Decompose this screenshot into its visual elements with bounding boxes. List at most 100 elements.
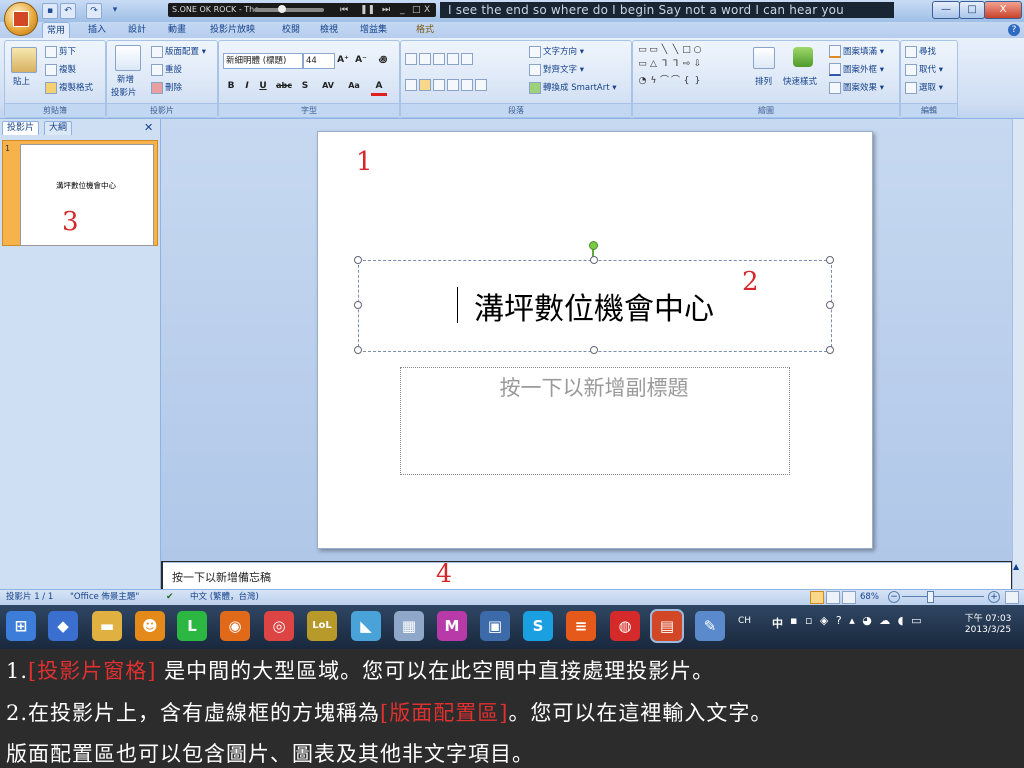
undo-icon[interactable]: ↶ [60, 3, 76, 19]
media-restore-icon[interactable]: □ [412, 3, 421, 17]
pane-close-icon[interactable]: ✕ [144, 121, 153, 134]
layout-button[interactable]: 版面配置 ▾ [151, 45, 206, 58]
bold-button[interactable]: B [223, 79, 239, 93]
pause-icon[interactable]: ❚❚ [360, 3, 375, 17]
shape-fill-button[interactable]: 圖案填滿 ▾ [829, 45, 884, 58]
font-color-button[interactable]: A [371, 79, 387, 96]
normal-view-icon[interactable] [810, 591, 824, 604]
start-orb-icon[interactable]: ⊞ [6, 611, 36, 641]
tab-slideshow[interactable]: 投影片放映 [206, 22, 259, 38]
new-slide-dropdown[interactable]: 投影片 [111, 86, 137, 98]
tab-home[interactable]: 常用 [42, 22, 71, 39]
zoom-out-icon[interactable]: − [888, 591, 900, 603]
shape-outline-button[interactable]: 圖案外框 ▾ [829, 63, 884, 76]
delete-slide-button[interactable]: 刪除 [151, 81, 182, 94]
tab-review[interactable]: 校閱 [278, 22, 304, 38]
find-button[interactable]: 尋找 [905, 45, 936, 58]
shapes-gallery[interactable]: ▭ ▭ ╲ ╲ □ ○ ▭ △ ᒣ ᒣ ⇨ ⇩ ◔ ϟ ⌒ ⌒{} [637, 45, 745, 86]
slide-sorter-icon[interactable] [826, 591, 840, 604]
distributed-icon[interactable] [461, 79, 473, 91]
clock-time[interactable]: 下午 07:03 [956, 611, 1020, 624]
minimize-button[interactable]: — [932, 1, 960, 19]
tab-animation[interactable]: 動畫 [164, 22, 190, 38]
tab-outline[interactable]: 大綱 [44, 121, 73, 135]
ime-indicator[interactable]: CH [738, 616, 751, 626]
media-player-bar[interactable]: S.ONE OK ROCK - The ⏮ ❚❚ ⏭ _ □ X [168, 3, 436, 17]
select-button[interactable]: 選取 ▾ [905, 81, 943, 94]
vertical-scrollbar[interactable] [1012, 119, 1024, 589]
notes-pane[interactable] [163, 562, 1011, 589]
customize-qat-icon[interactable]: ▾ [108, 3, 122, 17]
file-explorer-icon[interactable]: ▬ [92, 611, 122, 641]
app-lol-icon[interactable]: LoL [307, 611, 337, 641]
tab-format[interactable]: 格式 [412, 22, 438, 38]
spellcheck-icon[interactable]: ✔ [166, 592, 176, 602]
resize-handle-br[interactable] [826, 346, 834, 354]
help-icon[interactable]: ? [1008, 24, 1020, 36]
decrease-indent-icon[interactable] [433, 53, 445, 65]
grow-font-button[interactable]: A⁺ [335, 53, 351, 67]
app-m-icon[interactable]: M [437, 611, 467, 641]
clear-format-button[interactable]: ꩜ [375, 53, 391, 67]
tab-design[interactable]: 設計 [124, 22, 150, 38]
zoom-slider-thumb[interactable] [927, 591, 934, 603]
powerpoint-icon[interactable]: ▤ [650, 609, 684, 643]
resize-handle-t[interactable] [590, 256, 598, 264]
tab-addins[interactable]: 增益集 [356, 22, 391, 38]
slide-thumbnail[interactable] [20, 144, 154, 246]
media-progress-knob[interactable] [278, 5, 286, 13]
new-slide-button[interactable]: 新增 [117, 73, 134, 85]
align-right-icon[interactable] [433, 79, 445, 91]
firefox-icon[interactable]: ◉ [220, 611, 250, 641]
shape-effects-button[interactable]: 圖案效果 ▾ [829, 81, 884, 94]
next-track-icon[interactable]: ⏭ [382, 3, 390, 17]
font-name-combo[interactable]: 新細明體 (標題) [223, 53, 303, 69]
text-direction-button[interactable]: 文字方向 ▾ [529, 45, 584, 58]
resize-handle-bl[interactable] [354, 346, 362, 354]
fit-window-icon[interactable] [1005, 591, 1019, 604]
underline-button[interactable]: U [255, 79, 271, 93]
app-record-icon[interactable]: ◍ [610, 611, 640, 641]
paint-icon[interactable]: ✎ [695, 611, 725, 641]
slideshow-view-icon[interactable] [842, 591, 856, 604]
line-icon[interactable]: L [177, 611, 207, 641]
font-size-combo[interactable]: 44 [303, 53, 335, 69]
justify-icon[interactable] [447, 79, 459, 91]
zoom-level[interactable]: 68% [860, 590, 879, 604]
tray-icons[interactable]: ▪ ▫ ◈ ? ▴ ◕ ☁ ◖ ▭ [790, 614, 924, 627]
tab-insert[interactable]: 插入 [84, 22, 110, 38]
tab-slides[interactable]: 投影片 [2, 121, 40, 135]
app-icon-1[interactable]: ◆ [48, 611, 78, 641]
align-text-button[interactable]: 對齊文字 ▾ [529, 63, 584, 76]
zoom-in-icon[interactable]: + [988, 591, 1000, 603]
app-pc-icon[interactable]: ▣ [480, 611, 510, 641]
folder-icon[interactable]: ◣ [351, 611, 381, 641]
replace-button[interactable]: 取代 ▾ [905, 63, 943, 76]
italic-button[interactable]: I [239, 79, 255, 93]
scroll-up-icon[interactable]: ▲ [1013, 562, 1023, 572]
shrink-font-button[interactable]: A⁻ [353, 53, 369, 67]
resize-handle-tr[interactable] [826, 256, 834, 264]
numbering-icon[interactable] [419, 53, 431, 65]
char-spacing-button[interactable]: AV [317, 79, 339, 93]
media-progress-slider[interactable] [254, 8, 324, 12]
slide-title-text[interactable]: 溝坪數位機會中心 [358, 284, 830, 328]
shadow-button[interactable]: S [297, 79, 313, 93]
reset-button[interactable]: 重設 [151, 63, 182, 76]
resize-handle-b[interactable] [590, 346, 598, 354]
app-orange-icon[interactable]: ≡ [566, 611, 596, 641]
bullets-icon[interactable] [405, 53, 417, 65]
prev-track-icon[interactable]: ⏮ [340, 3, 348, 17]
game-icon[interactable]: ☻ [135, 611, 165, 641]
language-indicator[interactable]: 中文 (繁體，台灣) [190, 590, 259, 604]
ime-mode[interactable]: 中 [772, 615, 783, 631]
change-case-button[interactable]: Aa [343, 79, 365, 93]
media-min-icon[interactable]: _ [400, 3, 405, 17]
resize-handle-tl[interactable] [354, 256, 362, 264]
align-left-icon[interactable] [405, 79, 417, 91]
quick-styles-button[interactable]: 快速樣式 [783, 75, 817, 87]
align-center-icon[interactable] [419, 79, 431, 91]
increase-indent-icon[interactable] [447, 53, 459, 65]
strikethrough-button[interactable]: abc [273, 79, 295, 93]
clock-date[interactable]: 2013/3/25 [956, 625, 1020, 635]
